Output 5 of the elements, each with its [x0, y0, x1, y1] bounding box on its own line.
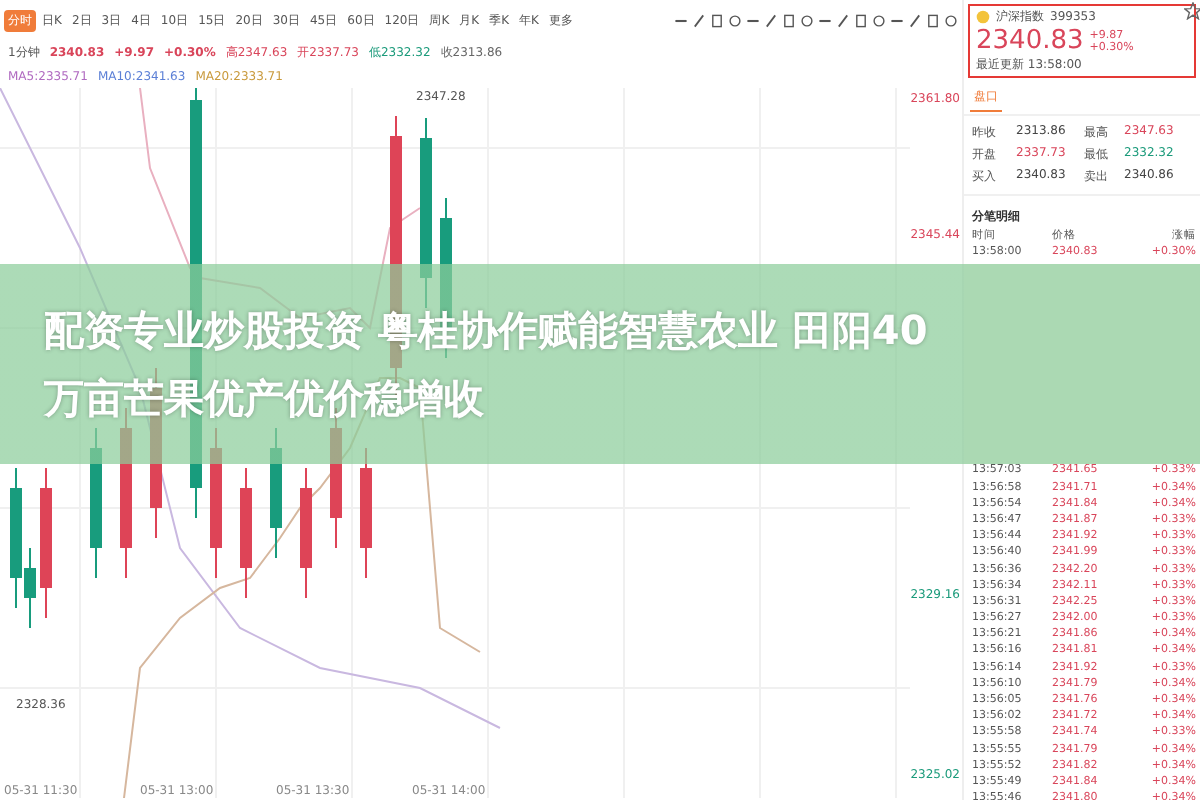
candlestick [240, 467, 252, 599]
star-icon[interactable] [1184, 2, 1200, 20]
candlestick [300, 467, 312, 599]
coin-icon [976, 10, 990, 24]
index-price: 2340.83 [976, 26, 1084, 56]
